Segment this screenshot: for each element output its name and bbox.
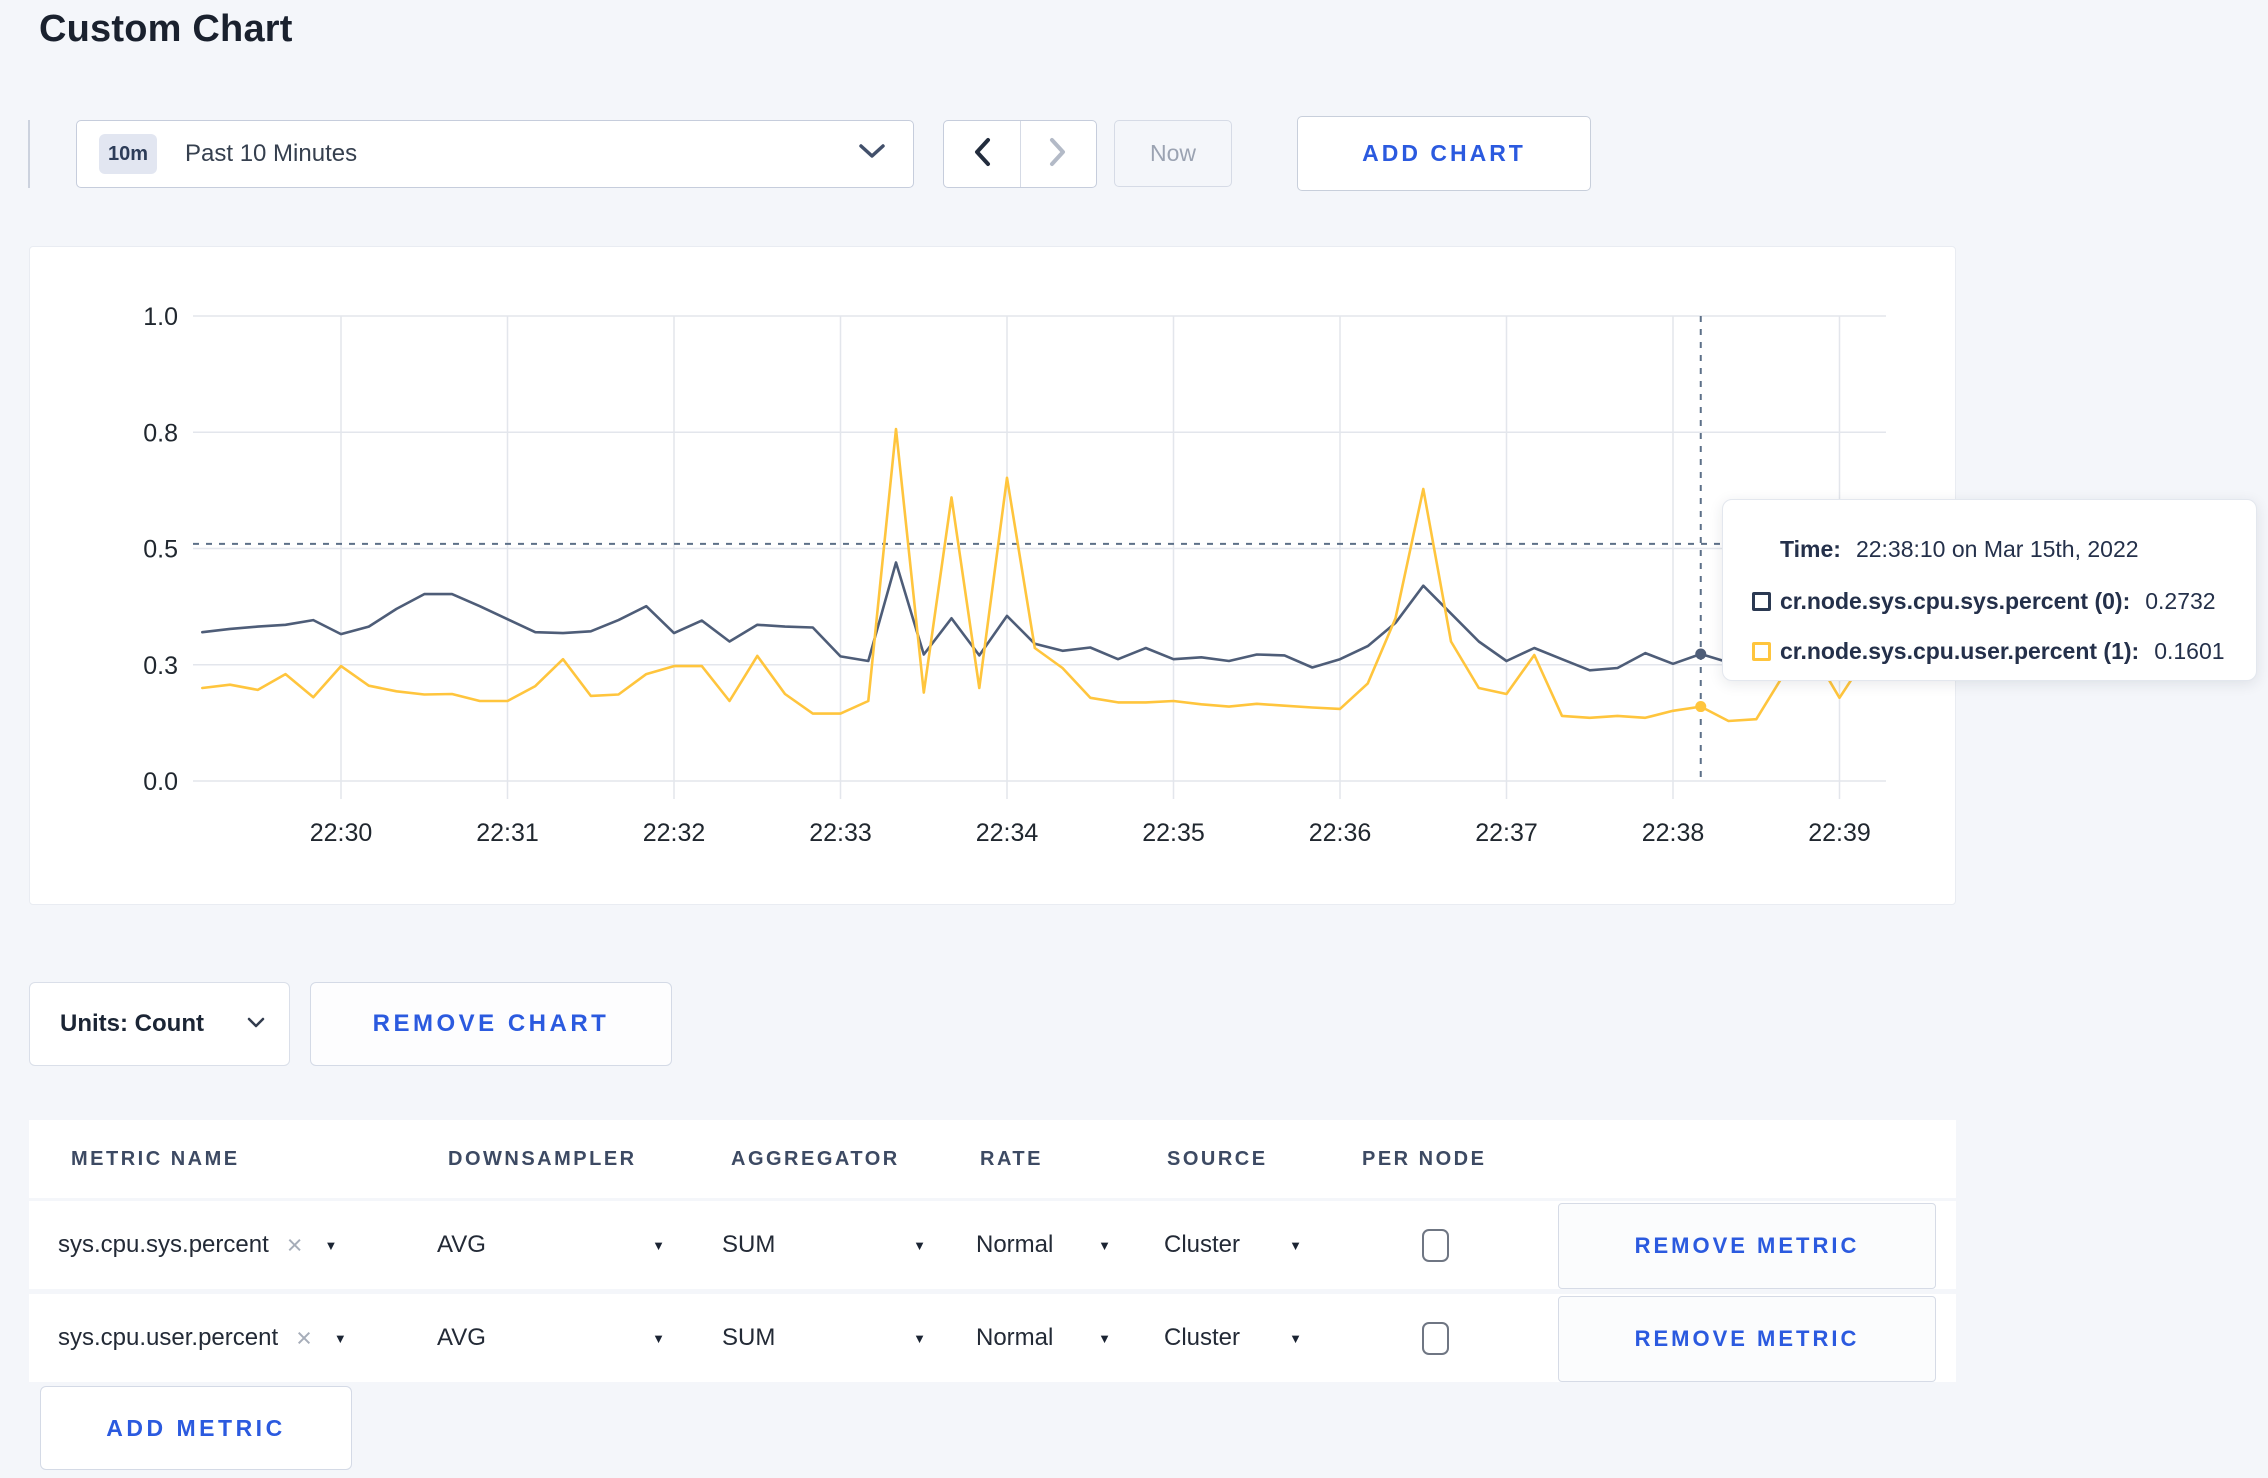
units-dropdown[interactable]: Units: Count <box>29 982 290 1066</box>
metric-name-value: sys.cpu.user.percent <box>58 1324 279 1351</box>
aggregator-select[interactable]: SUM ▼ <box>722 1201 926 1289</box>
remove-metric-button[interactable]: REMOVE METRIC <box>1558 1296 1936 1382</box>
caret-down-icon: ▼ <box>1098 1330 1111 1346</box>
caret-down-icon: ▼ <box>652 1330 665 1346</box>
source-value: Cluster <box>1164 1324 1241 1351</box>
metrics-table-header: METRIC NAME DOWNSAMPLER AGGREGATOR RATE … <box>29 1120 1956 1198</box>
tooltip-time-label: Time: <box>1780 536 1841 562</box>
cpu-usage-chart[interactable]: 0.0 0.3 0.5 0.8 1.0 22:30 22:31 22:32 22:33 22:34… <box>30 247 1957 906</box>
previous-timeframe-button[interactable] <box>944 121 1020 187</box>
hover-dot-1 <box>1695 701 1707 713</box>
column-header-downsampler: DOWNSAMPLER <box>448 1147 637 1170</box>
source-select[interactable]: Cluster ▼ <box>1164 1201 1302 1289</box>
x-axis-tick-label: 22:33 <box>809 819 872 847</box>
downsampler-value: AVG <box>437 1231 486 1258</box>
chart-hover-tooltip: Time: 22:38:10 on Mar 15th, 2022 cr.node… <box>1722 499 2257 681</box>
now-button[interactable]: Now <box>1114 120 1232 187</box>
y-axis-tick-label: 0.5 <box>143 536 178 564</box>
series-user-swatch-icon <box>1752 642 1771 661</box>
next-timeframe-button[interactable] <box>1019 121 1097 187</box>
source-select[interactable]: Cluster ▼ <box>1164 1294 1302 1382</box>
caret-down-icon: ▼ <box>652 1237 665 1253</box>
hover-dot-0 <box>1695 648 1707 660</box>
caret-down-icon: ▼ <box>1289 1237 1302 1253</box>
x-axis-tick-label: 22:37 <box>1475 819 1538 847</box>
rate-select[interactable]: Normal ▼ <box>976 1201 1111 1289</box>
time-range-dropdown[interactable]: 10m Past 10 Minutes <box>76 120 914 188</box>
per-node-checkbox[interactable] <box>1422 1321 1449 1355</box>
metric-name-select[interactable]: sys.cpu.sys.percent × ▼ <box>58 1201 418 1289</box>
add-metric-button[interactable]: ADD METRIC <box>40 1386 352 1470</box>
y-axis-tick-label: 0.3 <box>143 652 178 680</box>
add-chart-button[interactable]: ADD CHART <box>1297 116 1591 191</box>
y-axis-tick-label: 0.8 <box>143 419 178 447</box>
chart-card: 0.0 0.3 0.5 0.8 1.0 22:30 22:31 22:32 22:33 22:34… <box>29 246 1956 905</box>
time-nav-group <box>943 120 1097 188</box>
metric-row: sys.cpu.user.percent × ▼ AVG ▼ SUM ▼ Nor… <box>29 1294 1956 1382</box>
tooltip-time-value: 22:38:10 on Mar 15th, 2022 <box>1855 536 2139 562</box>
source-value: Cluster <box>1164 1231 1241 1258</box>
caret-down-icon: ▼ <box>913 1330 926 1346</box>
y-axis-tick-label: 1.0 <box>143 303 178 331</box>
clear-metric-icon[interactable]: × <box>287 1231 303 1259</box>
x-axis-tick-label: 22:32 <box>643 819 706 847</box>
page-title: Custom Chart <box>39 8 293 50</box>
tooltip-series-value: 0.1601 <box>2154 638 2225 664</box>
downsampler-value: AVG <box>437 1324 486 1351</box>
tooltip-series-value: 0.2732 <box>2145 588 2216 614</box>
tooltip-series-row: cr.node.sys.cpu.sys.percent (0): 0.2732 <box>1752 588 2216 615</box>
metric-name-value: sys.cpu.sys.percent <box>58 1231 269 1258</box>
toolbar-divider <box>28 120 30 188</box>
column-header-per-node: PER NODE <box>1362 1147 1487 1170</box>
x-axis-tick-label: 22:36 <box>1309 819 1372 847</box>
caret-down-icon: ▼ <box>1098 1237 1111 1253</box>
caret-down-icon: ▼ <box>913 1237 926 1253</box>
chevron-right-icon <box>1049 137 1067 172</box>
x-axis-tick-label: 22:30 <box>310 819 373 847</box>
x-axis-tick-label: 22:38 <box>1642 819 1705 847</box>
tooltip-series-label: cr.node.sys.cpu.sys.percent (0): <box>1780 588 2131 614</box>
remove-chart-button[interactable]: REMOVE CHART <box>310 982 672 1066</box>
column-header-source: SOURCE <box>1167 1147 1268 1170</box>
caret-down-icon: ▼ <box>333 1330 347 1346</box>
downsampler-select[interactable]: AVG ▼ <box>437 1201 665 1289</box>
metric-name-select[interactable]: sys.cpu.user.percent × ▼ <box>58 1294 418 1382</box>
caret-down-icon: ▼ <box>1289 1330 1302 1346</box>
chevron-left-icon <box>973 137 991 172</box>
y-axis-tick-label: 0.0 <box>143 768 178 796</box>
rate-value: Normal <box>976 1231 1054 1258</box>
chevron-down-icon <box>247 1015 265 1033</box>
rate-select[interactable]: Normal ▼ <box>976 1294 1111 1382</box>
tooltip-series-row: cr.node.sys.cpu.user.percent (1): 0.1601 <box>1752 638 2225 665</box>
aggregator-value: SUM <box>722 1231 776 1258</box>
aggregator-select[interactable]: SUM ▼ <box>722 1294 926 1382</box>
series-line-0 <box>201 561 1869 672</box>
column-header-metric-name: METRIC NAME <box>71 1147 240 1170</box>
per-node-checkbox[interactable] <box>1422 1228 1449 1262</box>
time-range-label: Past 10 Minutes <box>185 140 358 167</box>
column-header-aggregator: AGGREGATOR <box>731 1147 900 1170</box>
series-sys-swatch-icon <box>1752 592 1771 611</box>
column-header-rate: RATE <box>980 1147 1043 1170</box>
remove-metric-button[interactable]: REMOVE METRIC <box>1558 1203 1936 1289</box>
series-line-1 <box>201 427 1869 723</box>
metric-row: sys.cpu.sys.percent × ▼ AVG ▼ SUM ▼ Norm… <box>29 1201 1956 1289</box>
x-axis-tick-label: 22:34 <box>976 819 1039 847</box>
clear-metric-icon[interactable]: × <box>296 1324 312 1352</box>
aggregator-value: SUM <box>722 1324 776 1351</box>
chevron-down-icon <box>859 144 885 164</box>
units-label: Units: Count <box>60 1010 204 1037</box>
x-axis-tick-label: 22:39 <box>1808 819 1871 847</box>
rate-value: Normal <box>976 1324 1054 1351</box>
time-range-badge: 10m <box>99 134 157 174</box>
caret-down-icon: ▼ <box>324 1237 338 1253</box>
x-axis-tick-label: 22:35 <box>1142 819 1205 847</box>
downsampler-select[interactable]: AVG ▼ <box>437 1294 665 1382</box>
tooltip-series-label: cr.node.sys.cpu.user.percent (1): <box>1780 638 2140 664</box>
x-axis-tick-label: 22:31 <box>476 819 539 847</box>
